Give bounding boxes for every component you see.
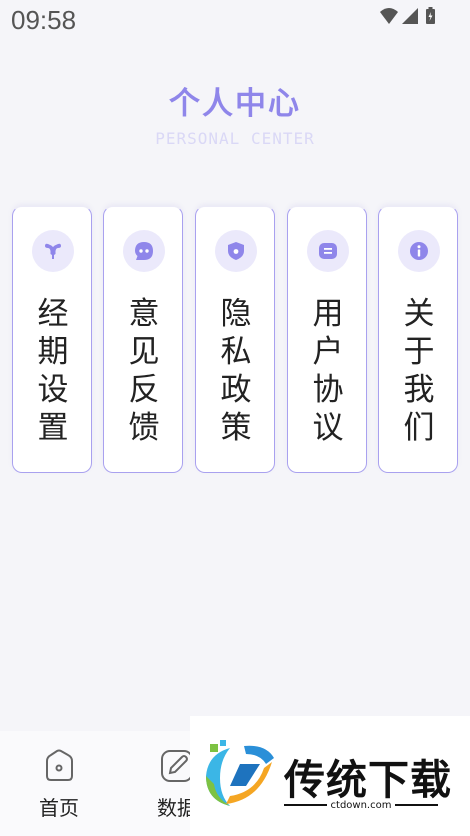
card-label: 用户协议 (312, 296, 344, 446)
watermark-logo-icon (206, 740, 274, 806)
card-label: 关于我们 (403, 296, 435, 446)
menu-card-period-settings[interactable]: 经期设置 (12, 206, 92, 473)
watermark-brand: 传统下载 (284, 756, 452, 804)
uterus-icon (32, 230, 74, 272)
card-label: 隐私政策 (220, 296, 252, 446)
home-icon (46, 749, 73, 781)
wifi-icon (380, 8, 398, 24)
info-icon (398, 230, 440, 272)
card-label: 经期设置 (37, 296, 69, 446)
menu-card-user-agreement[interactable]: 用户协议 (287, 206, 367, 473)
card-label: 意见反馈 (128, 296, 160, 446)
nav-item-home[interactable]: 首页 (0, 731, 118, 836)
title-block: 个人中心 PERSONAL CENTER (0, 78, 470, 148)
signal-icon (402, 8, 418, 24)
status-time: 09:58 (11, 5, 77, 35)
menu-card-feedback[interactable]: 意见反馈 (103, 206, 183, 473)
menu-card-about-us[interactable]: 关于我们 (378, 206, 458, 473)
status-icons (380, 7, 435, 24)
document-icon (307, 230, 349, 272)
battery-icon (426, 7, 435, 24)
status-bar: 09:58 (0, 0, 470, 42)
page-title: 个人中心 (169, 86, 301, 122)
watermark-url: ctdown.com (284, 800, 438, 811)
nav-label-home: 首页 (39, 796, 79, 820)
menu-card-privacy-policy[interactable]: 隐私政策 (195, 206, 275, 473)
watermark: 传统下载 ctdown.com (190, 716, 470, 836)
page-subtitle: PERSONAL CENTER (155, 129, 315, 148)
chat-icon (123, 230, 165, 272)
shield-icon (215, 230, 257, 272)
